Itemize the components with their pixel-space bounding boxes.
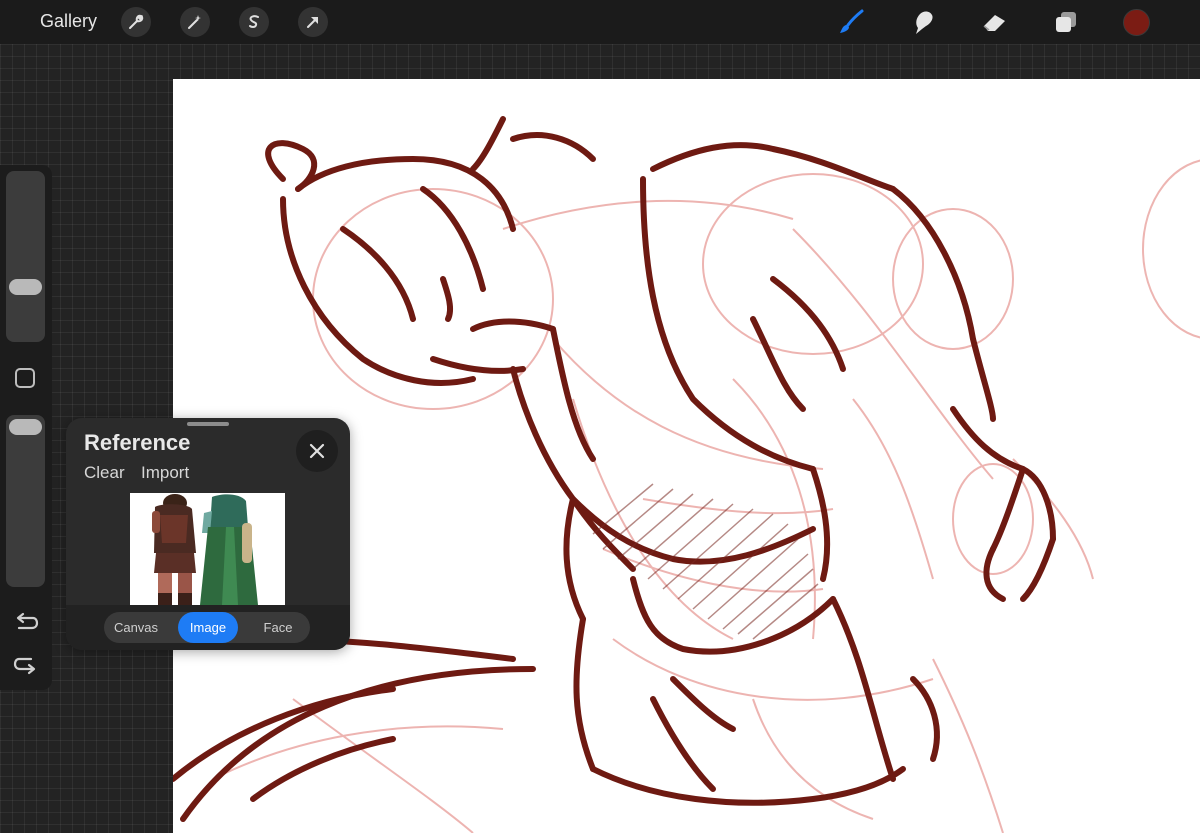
import-button[interactable]: Import bbox=[141, 463, 189, 483]
reference-panel[interactable]: Reference Clear Import Canvas Image Face bbox=[66, 418, 350, 650]
tab-canvas[interactable]: Canvas bbox=[104, 612, 168, 643]
reference-title: Reference bbox=[84, 430, 191, 455]
wrench-icon[interactable] bbox=[121, 7, 151, 37]
tab-face[interactable]: Face bbox=[246, 612, 310, 643]
undo-icon[interactable] bbox=[13, 612, 39, 634]
brush-size-thumb[interactable] bbox=[9, 279, 42, 295]
reference-image bbox=[130, 493, 285, 605]
color-picker-button[interactable] bbox=[1123, 9, 1150, 36]
panel-grabber[interactable] bbox=[187, 422, 229, 426]
top-toolbar: Gallery bbox=[0, 0, 1200, 44]
opacity-thumb[interactable] bbox=[9, 419, 42, 435]
redo-icon[interactable] bbox=[13, 653, 39, 675]
gallery-button[interactable]: Gallery bbox=[40, 11, 97, 32]
smudge-icon[interactable] bbox=[908, 7, 938, 37]
clear-button[interactable]: Clear bbox=[84, 463, 125, 483]
close-icon[interactable] bbox=[296, 430, 338, 472]
magic-wand-icon[interactable] bbox=[180, 7, 210, 37]
eraser-icon[interactable] bbox=[980, 7, 1010, 37]
tab-image[interactable]: Image bbox=[178, 612, 238, 643]
left-sidebar bbox=[0, 165, 52, 690]
brush-size-slider[interactable] bbox=[6, 171, 45, 342]
opacity-slider[interactable] bbox=[6, 415, 45, 587]
selection-icon[interactable] bbox=[239, 7, 269, 37]
reference-mode-bar: Canvas Image Face bbox=[66, 605, 350, 650]
transform-arrow-icon[interactable] bbox=[298, 7, 328, 37]
brush-icon[interactable] bbox=[836, 7, 866, 37]
layers-icon[interactable] bbox=[1051, 7, 1081, 37]
reference-mode-segmented-control: Canvas Image Face bbox=[104, 612, 310, 643]
modify-square-icon[interactable] bbox=[15, 368, 35, 388]
